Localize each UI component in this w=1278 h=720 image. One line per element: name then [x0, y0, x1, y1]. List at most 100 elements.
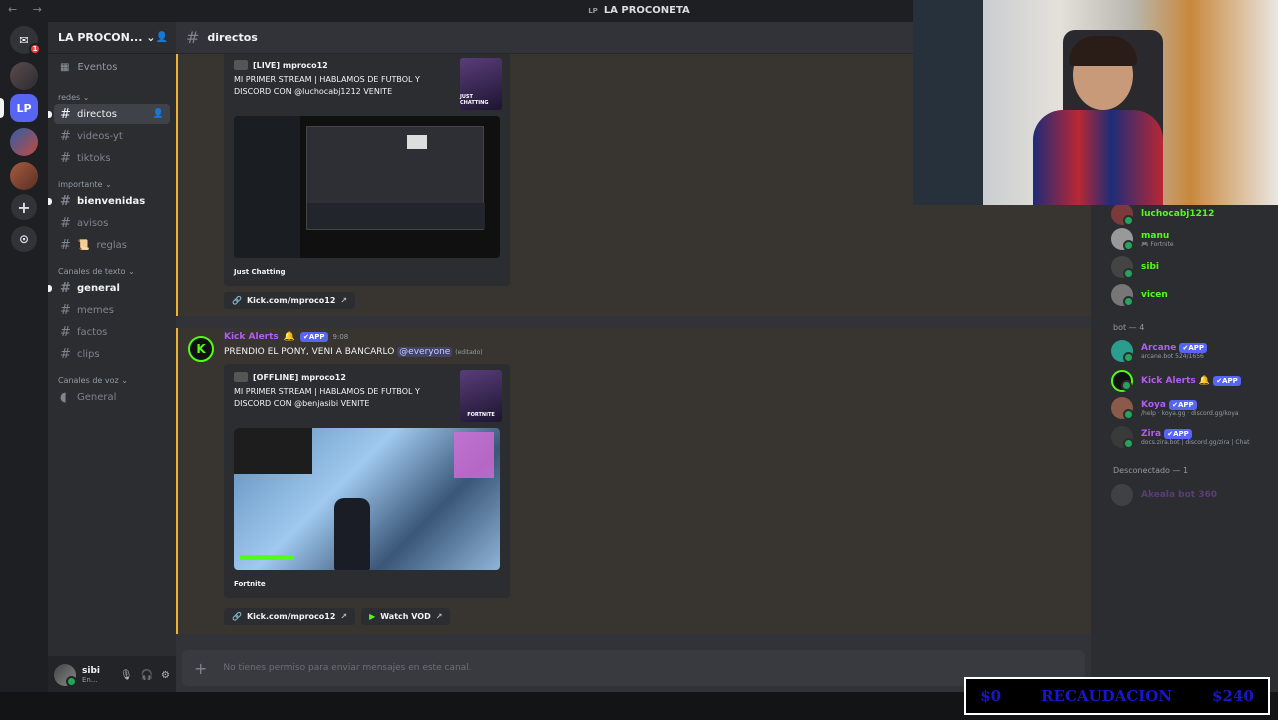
server-name: LA PROCON... ⌄ — [58, 31, 156, 44]
server-icon-3[interactable] — [10, 162, 38, 190]
webcam-person-hair — [1069, 36, 1137, 66]
kick-alerts-avatar[interactable]: K — [188, 336, 214, 362]
avatar — [1111, 203, 1134, 226]
member-group-offline: Desconectado — 1 — [1113, 466, 1189, 475]
server-icon-1[interactable] — [10, 62, 38, 90]
hash-icon: # — [60, 346, 71, 362]
user-info[interactable]: sibi En... — [82, 666, 100, 684]
webcam-overlay — [913, 0, 1278, 205]
direct-messages-icon[interactable]: ✉ 1 — [10, 26, 41, 55]
message-author[interactable]: Kick Alerts — [224, 332, 279, 342]
member-item[interactable]: Koya ✔APP/help · koya.gg · discord.gg/ko… — [1111, 397, 1239, 420]
channel-general[interactable]: # general — [48, 278, 170, 298]
discord-app: ← → LP LA PROCONETA ✉ 1 LP + ⊙ LA PROCON..… — [0, 0, 1278, 720]
server-icon-la-proconeta[interactable]: LP — [10, 94, 38, 122]
avatar — [1111, 340, 1134, 363]
external-link-icon: ↗ — [435, 612, 443, 621]
headset-icon[interactable]: 🎧 — [141, 670, 153, 681]
embed-image[interactable] — [234, 428, 500, 570]
watch-vod-button[interactable]: ▶ Watch VOD ↗ — [361, 608, 451, 625]
message-timestamp: 9:08 — [332, 333, 349, 341]
stream-embed: [LIVE] mproco12 MI PRIMER STREAM | HABLA… — [224, 54, 510, 286]
image-panel — [234, 116, 300, 258]
member-item[interactable]: vicen — [1111, 284, 1168, 307]
member-item[interactable]: manu 🎮 Fortnite — [1111, 228, 1174, 251]
voice-channel-general[interactable]: ◖ General — [54, 387, 170, 407]
hash-icon: # — [60, 302, 71, 318]
channel-bienvenidas[interactable]: # bienvenidas — [48, 191, 170, 211]
server-icon-2[interactable] — [10, 128, 38, 156]
external-link-icon: ↗ — [340, 296, 348, 305]
member-item[interactable]: Arcane ✔APP arcane.bot 524/1656 — [1111, 340, 1208, 363]
member-item[interactable]: luchocabj1212 — [1111, 203, 1214, 226]
events-item[interactable]: ▦ Eventos — [48, 54, 176, 81]
embed-thumbnail[interactable]: FORTNITE — [460, 370, 502, 422]
user-panel: sibi En... 🎙 🎧 ⚙ — [48, 656, 176, 694]
speaker-icon: ◖ — [60, 389, 67, 405]
channel-videos-yt[interactable]: # videos-yt — [54, 126, 170, 146]
embed-footer: Just Chatting — [234, 268, 286, 276]
channel-sidebar: LA PROCON... ⌄ 👤 ▦ Eventos redes ⌄ # direc… — [48, 22, 176, 720]
hash-icon: # — [60, 193, 71, 209]
image-health-bar — [240, 555, 294, 560]
selected-server-pill — [0, 98, 4, 118]
external-link-icon: ↗ — [340, 612, 348, 621]
microphone-icon[interactable]: 🎙 — [120, 670, 133, 681]
channel-avisos[interactable]: # avisos — [54, 213, 170, 233]
category-canales-voz[interactable]: Canales de voz ⌄ — [48, 376, 176, 385]
settings-icon[interactable]: ⚙ — [161, 670, 170, 681]
link-icon: 🔗 — [232, 296, 242, 305]
invite-icon[interactable]: 👤 — [153, 109, 164, 119]
member-item[interactable]: sibi — [1111, 256, 1159, 279]
user-name: sibi — [82, 666, 100, 676]
everyone-mention[interactable]: @everyone — [397, 347, 453, 357]
server-header[interactable]: LA PROCON... ⌄ 👤 — [48, 22, 176, 54]
hash-icon: # — [186, 28, 200, 47]
app-badge: ✔APP — [299, 332, 328, 342]
link-icon: 🔗 — [232, 612, 242, 621]
channel-tiktoks[interactable]: # tiktoks — [54, 148, 170, 168]
channel-factos[interactable]: # factos — [54, 322, 170, 342]
channel-memes[interactable]: # memes — [54, 300, 170, 320]
add-server-icon[interactable]: + — [11, 194, 37, 220]
embed-title[interactable]: MI PRIMER STREAM | HABLAMOS DE FUTBOL Y … — [234, 74, 444, 98]
author-mini-avatar — [234, 372, 248, 382]
kick-link-button[interactable]: 🔗 Kick.com/mproco12 ↗ — [224, 292, 356, 309]
category-redes[interactable]: redes ⌄ — [48, 93, 176, 102]
image-window — [306, 126, 485, 230]
member-item[interactable]: Zira ✔APP docs.zira.bot | discord.gg/zira… — [1111, 426, 1249, 449]
image-cam — [234, 428, 312, 474]
discover-icon[interactable]: ⊙ — [11, 226, 37, 252]
channel-reglas[interactable]: # 📜 reglas — [54, 235, 170, 255]
hash-icon: # — [60, 128, 71, 144]
category-canales-texto[interactable]: Canales de texto ⌄ — [48, 267, 176, 276]
add-member-icon[interactable]: 👤 — [155, 32, 167, 43]
embed-buttons: 🔗 Kick.com/mproco12 ↗ — [224, 292, 356, 309]
avatar — [1111, 284, 1134, 307]
channel-clips[interactable]: # clips — [54, 344, 170, 364]
embed-image[interactable] — [234, 116, 500, 258]
embed-buttons: 🔗 Kick.com/mproco12 ↗ ▶ Watch VOD ↗ — [224, 608, 451, 625]
channel-directos[interactable]: # directos 👤 — [48, 104, 170, 124]
hash-icon: # — [60, 215, 71, 231]
avatar[interactable] — [54, 664, 77, 687]
hash-icon: # — [60, 150, 71, 166]
hash-icon: # — [60, 324, 71, 340]
kick-link-button[interactable]: 🔗 Kick.com/mproco12 ↗ — [224, 608, 356, 625]
app-badge: ✔APP — [1213, 376, 1241, 386]
avatar — [1111, 256, 1134, 279]
member-item[interactable]: Kick Alerts 🔔 ✔APP — [1111, 370, 1241, 392]
message-composer[interactable]: + No tienes permiso para enviar mensajes… — [182, 650, 1085, 686]
hash-icon: # — [60, 106, 71, 122]
hash-icon: # — [60, 237, 71, 253]
embed-title[interactable]: MI PRIMER STREAM | HABLAMOS DE FUTBOL Y … — [234, 386, 444, 410]
image-bar — [307, 203, 485, 229]
member-group-bot: bot — 4 — [1113, 323, 1145, 332]
category-importante[interactable]: importante ⌄ — [48, 180, 176, 189]
unread-pip — [48, 110, 52, 118]
embed-author: [LIVE] mproco12 — [234, 60, 328, 70]
avatar — [1111, 426, 1134, 449]
embed-thumbnail[interactable]: JUST CHATTING — [460, 58, 502, 110]
member-item[interactable]: Akeala bot 360 — [1111, 484, 1217, 506]
plus-icon[interactable]: + — [194, 659, 207, 678]
